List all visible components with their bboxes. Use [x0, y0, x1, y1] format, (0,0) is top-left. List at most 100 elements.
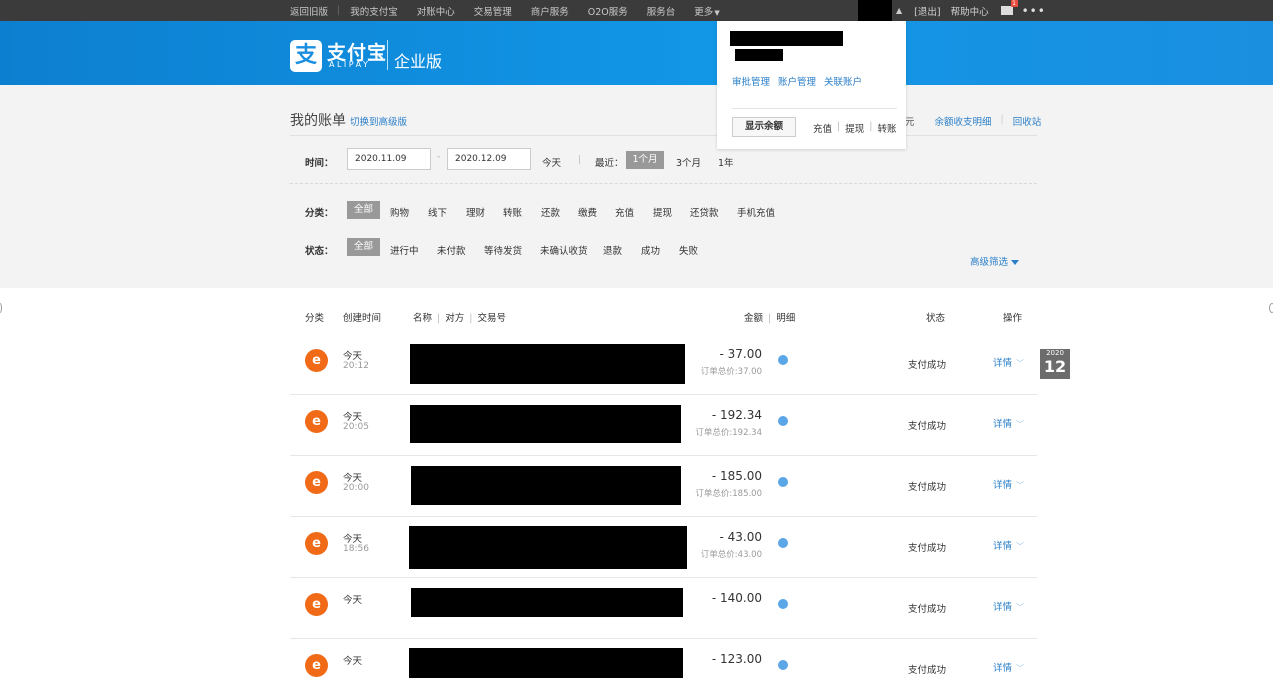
approval-mgmt-link[interactable]: 审批管理 [732, 74, 770, 88]
table-row[interactable]: e 今天 - 123.00 支付成功 详情 ﹀ [290, 639, 1037, 700]
transfer-link[interactable]: 转账 [877, 121, 896, 135]
row-detail-label: 详情 [993, 541, 1013, 552]
recycle-bin-link[interactable]: 回收站 [1013, 114, 1042, 128]
row-amount: - 185.00 [711, 469, 762, 483]
row-day: 今天 [343, 534, 363, 545]
status-unpaid[interactable]: 未付款 [437, 243, 466, 257]
recent-label: 最近： [595, 158, 624, 169]
row-detail-link[interactable]: 详情 ﹀ [993, 538, 1024, 552]
table-row[interactable]: e 今天 20:12 - 37.00 订单总价:37.00 支付成功 详情 ﹀ [290, 334, 1037, 395]
calendar-month: 12 [1043, 357, 1067, 376]
redacted-name [410, 405, 681, 443]
recent-1month-option[interactable]: 1个月 [626, 151, 664, 169]
help-link[interactable]: 帮助中心 [951, 4, 989, 18]
calendar-icon[interactable]: 2020 12 [1040, 349, 1070, 379]
today-option[interactable]: 今天 [542, 155, 561, 169]
header-banner [0, 21, 1273, 85]
nav-trade-mgmt[interactable]: 交易管理 [474, 4, 512, 18]
category-withdraw[interactable]: 提现 [653, 205, 672, 219]
category-shopping[interactable]: 购物 [390, 205, 409, 219]
withdraw-link[interactable]: 提现 [845, 121, 864, 135]
nav-service-desk[interactable]: 服务台 [647, 4, 676, 18]
table-row[interactable]: e 今天 20:05 - 192.34 订单总价:192.34 支付成功 详情 ﹀ [290, 395, 1037, 456]
detail-info-icon[interactable] [778, 538, 788, 548]
recent-3month-option[interactable]: 3个月 [676, 155, 701, 169]
category-bills[interactable]: 缴费 [578, 205, 597, 219]
row-detail-link[interactable]: 详情 ﹀ [993, 599, 1024, 613]
end-date-input[interactable]: 2020.12.09 [447, 148, 531, 170]
category-mobile-topup[interactable]: 手机充值 [737, 205, 775, 219]
user-menu-caret-icon[interactable]: ▲ [896, 6, 902, 15]
category-finance[interactable]: 理财 [466, 205, 485, 219]
chevron-down-icon: ﹀ [1016, 481, 1025, 490]
category-loan-repay[interactable]: 还贷款 [690, 205, 719, 219]
status-unconfirmed[interactable]: 未确认收货 [540, 243, 588, 257]
nav-more[interactable]: 更多▼ [694, 4, 738, 18]
redacted-account-id [735, 49, 783, 61]
switch-advanced-link[interactable]: 切换到高级版 [350, 114, 407, 128]
redacted-name [411, 466, 681, 505]
detail-info-icon[interactable] [778, 477, 788, 487]
row-detail-label: 详情 [993, 419, 1013, 430]
category-transfer[interactable]: 转账 [503, 205, 522, 219]
status-all[interactable]: 全部 [347, 238, 380, 256]
nav-my-alipay[interactable]: 我的支付宝 [350, 4, 398, 18]
balance-unit: 元 [905, 117, 915, 128]
category-repay[interactable]: 还款 [541, 205, 560, 219]
header-separator: | [469, 313, 473, 324]
redacted-name [411, 588, 683, 617]
redacted-name [409, 648, 683, 678]
row-detail-link[interactable]: 详情 ﹀ [993, 477, 1024, 491]
col-trade-no: 交易号 [477, 313, 506, 324]
category-offline[interactable]: 线下 [428, 205, 447, 219]
start-date-input[interactable]: 2020.11.09 [347, 148, 431, 170]
detail-info-icon[interactable] [778, 416, 788, 426]
more-dots-icon[interactable]: ••• [1022, 5, 1046, 17]
redacted-name [409, 526, 687, 569]
advanced-filter-label: 高级筛选 [970, 257, 1009, 268]
status-refund[interactable]: 退款 [603, 243, 622, 257]
chevron-down-icon: ﹀ [1016, 359, 1025, 368]
topup-link[interactable]: 充值 [813, 121, 832, 135]
chevron-down-icon: ﹀ [1016, 542, 1025, 551]
status-in-progress[interactable]: 进行中 [390, 243, 419, 257]
col-status: 状态 [926, 313, 946, 324]
table-row[interactable]: e 今天 - 140.00 支付成功 详情 ﹀ [290, 578, 1037, 639]
table-row[interactable]: e 今天 20:00 - 185.00 订单总价:185.00 支付成功 详情 ﹀ [290, 456, 1037, 517]
advanced-filter-toggle[interactable]: 高级筛选 [970, 254, 1020, 268]
balance-detail-link[interactable]: 余额收支明细 [935, 114, 992, 128]
shopping-category-icon: e [305, 654, 328, 677]
shopping-category-icon: e [305, 593, 328, 616]
table-row[interactable]: e 今天 18:56 - 43.00 订单总价:43.00 支付成功 详情 ﹀ [290, 517, 1037, 578]
filter-panel [0, 85, 1273, 288]
row-detail-link[interactable]: 详情 ﹀ [993, 660, 1024, 674]
edge-scroll-left-icon [0, 303, 2, 313]
status-label: 状态： [305, 246, 334, 257]
nav-merchant[interactable]: 商户服务 [531, 4, 569, 18]
alipay-logo-icon[interactable]: 支 [290, 40, 322, 72]
shopping-category-icon: e [305, 349, 328, 372]
detail-info-icon[interactable] [778, 599, 788, 609]
category-topup[interactable]: 充值 [615, 205, 634, 219]
row-detail-link[interactable]: 详情 ﹀ [993, 416, 1024, 430]
category-all[interactable]: 全部 [347, 201, 380, 219]
col-category: 分类 [305, 313, 325, 324]
detail-info-icon[interactable] [778, 355, 788, 365]
detail-info-icon[interactable] [778, 660, 788, 670]
nav-more-label: 更多 [694, 6, 714, 18]
nav-o2o[interactable]: O2O服务 [588, 4, 628, 18]
show-balance-button[interactable]: 显示余额 [732, 117, 796, 137]
status-failed[interactable]: 失败 [679, 243, 698, 257]
logout-link[interactable]: [退出] [914, 4, 940, 18]
row-status: 支付成功 [908, 421, 947, 432]
mail-icon[interactable]: 1 [1000, 0, 1018, 15]
status-awaiting-ship[interactable]: 等待发货 [484, 243, 522, 257]
nav-back-old[interactable]: 返回旧版 [290, 4, 328, 18]
status-success[interactable]: 成功 [641, 243, 660, 257]
nav-reconcile[interactable]: 对账中心 [417, 4, 455, 18]
row-time: 20:12 [343, 361, 369, 371]
row-detail-link[interactable]: 详情 ﹀ [993, 355, 1024, 369]
recent-1year-option[interactable]: 1年 [718, 155, 734, 169]
account-mgmt-link[interactable]: 账户管理 [778, 74, 816, 88]
linked-account-link[interactable]: 关联账户 [824, 74, 862, 88]
